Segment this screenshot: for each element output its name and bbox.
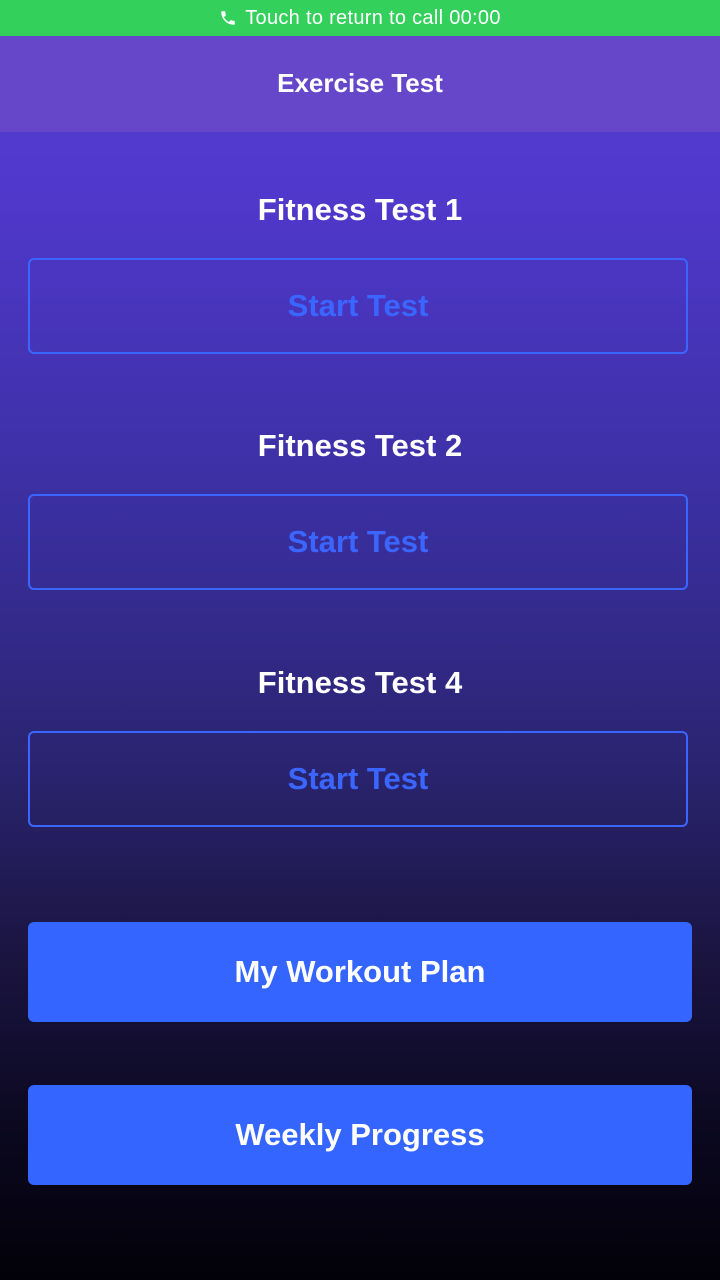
- weekly-progress-button[interactable]: Weekly Progress: [28, 1085, 692, 1185]
- page-title: Exercise Test: [277, 67, 443, 98]
- fitness-test-2-title: Fitness Test 2: [257, 428, 463, 463]
- my-workout-plan-button[interactable]: My Workout Plan: [28, 922, 692, 1022]
- start-test-4-button[interactable]: Start Test: [28, 731, 688, 827]
- phone-icon: [219, 9, 237, 27]
- start-test-2-button[interactable]: Start Test: [28, 494, 688, 590]
- fitness-test-4-title: Fitness Test 4: [257, 665, 463, 700]
- start-test-1-button[interactable]: Start Test: [28, 258, 688, 354]
- call-banner-text: Touch to return to call 00:00: [245, 6, 501, 29]
- navigation-bar: Exercise Test: [0, 36, 720, 132]
- return-to-call-banner[interactable]: Touch to return to call 00:00: [0, 0, 720, 36]
- fitness-test-1-title: Fitness Test 1: [257, 192, 463, 227]
